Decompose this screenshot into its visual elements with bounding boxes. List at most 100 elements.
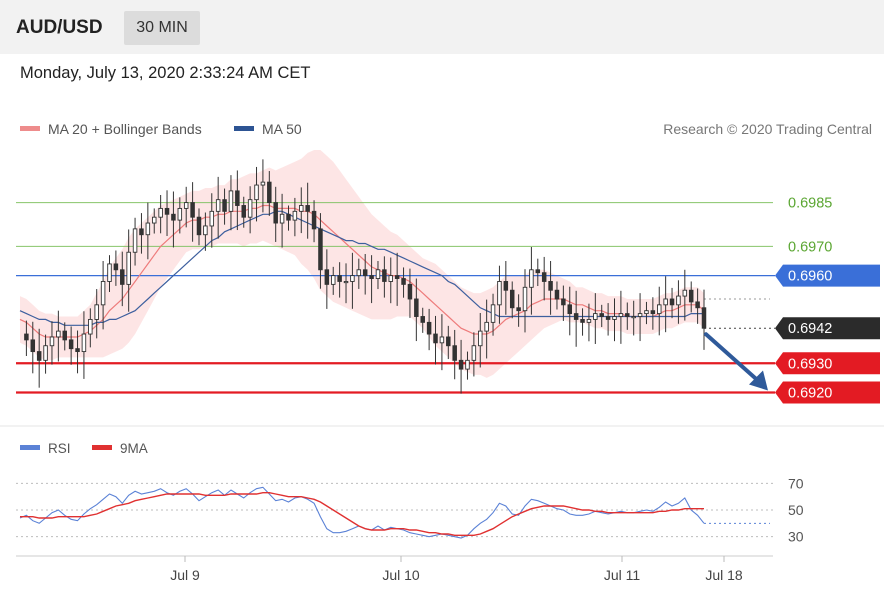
candle-body bbox=[612, 316, 617, 320]
candle-body bbox=[458, 359, 464, 370]
candle-body bbox=[81, 333, 87, 353]
candle-body bbox=[535, 269, 541, 274]
time-tick-label: Jul 11 bbox=[604, 567, 641, 583]
candle-body bbox=[279, 213, 285, 224]
candle-body bbox=[235, 190, 240, 206]
candle-body bbox=[196, 216, 202, 236]
candle-body bbox=[94, 304, 99, 320]
candle-body bbox=[561, 298, 566, 306]
candle-body bbox=[209, 210, 215, 227]
time-axis: Jul 9 Jul 10 Jul 11 Jul 18 bbox=[170, 556, 743, 583]
candle-body bbox=[433, 333, 438, 344]
current-price-label: 0.6942 bbox=[788, 321, 832, 337]
candle-body bbox=[669, 298, 675, 306]
candle-body bbox=[164, 207, 170, 215]
candle-body bbox=[88, 318, 93, 335]
candle-body bbox=[132, 228, 138, 253]
rsi-ma-line bbox=[20, 492, 704, 536]
candle-body bbox=[350, 275, 355, 282]
candle-body bbox=[657, 304, 662, 315]
candle-body bbox=[139, 228, 144, 236]
candle-body bbox=[625, 313, 630, 317]
candle-body bbox=[637, 313, 643, 317]
candle-body bbox=[426, 321, 432, 335]
candle-body bbox=[394, 275, 400, 279]
candle-body bbox=[145, 222, 151, 236]
candle-body bbox=[644, 310, 649, 315]
price-level-labels: 0.6985 0.6970 0.6960 0.6942 0.6930 0.6920 bbox=[775, 196, 880, 404]
candle-body bbox=[273, 202, 278, 224]
resistance-label: 0.6970 bbox=[788, 239, 832, 255]
candle-body bbox=[529, 269, 534, 288]
candle-body bbox=[56, 330, 61, 338]
candle-body bbox=[324, 269, 330, 285]
candle-body bbox=[478, 330, 483, 347]
candle-body bbox=[452, 345, 457, 361]
candle-body bbox=[490, 304, 496, 323]
candle-body bbox=[650, 310, 656, 315]
candle-body bbox=[369, 275, 374, 279]
candle-body bbox=[567, 304, 573, 315]
candle-body bbox=[382, 269, 387, 282]
candle-body bbox=[215, 199, 221, 212]
candle-body bbox=[356, 269, 362, 277]
time-tick-label: Jul 9 bbox=[170, 567, 200, 583]
candle-body bbox=[375, 269, 381, 279]
candle-body bbox=[267, 181, 272, 204]
candle-body bbox=[113, 263, 119, 271]
candle-body bbox=[343, 281, 349, 284]
candle-body bbox=[62, 330, 67, 341]
candle-body bbox=[695, 301, 700, 309]
candle-body bbox=[497, 281, 502, 306]
forecast-arrow-shaft bbox=[704, 332, 761, 384]
candle-body bbox=[407, 283, 413, 300]
candle-body bbox=[158, 207, 163, 218]
candle-body bbox=[676, 295, 681, 306]
candle-body bbox=[36, 351, 42, 361]
candle-body bbox=[484, 321, 489, 332]
rsi-tick-label: 70 bbox=[788, 475, 804, 491]
candle-body bbox=[471, 345, 477, 361]
rsi-tick-label: 30 bbox=[788, 529, 804, 545]
candle-body bbox=[330, 275, 336, 285]
candle-body bbox=[75, 348, 80, 353]
candle-body bbox=[305, 205, 310, 212]
candle-body bbox=[100, 281, 106, 306]
candle-body bbox=[318, 228, 323, 271]
candle-body bbox=[126, 251, 131, 285]
candle-body bbox=[631, 316, 636, 319]
time-tick-label: Jul 18 bbox=[705, 567, 743, 583]
candle-body bbox=[522, 286, 528, 312]
candle-body bbox=[24, 333, 29, 341]
candle-body bbox=[439, 336, 445, 344]
rsi-tick-label: 50 bbox=[788, 502, 804, 518]
candle-body bbox=[43, 345, 48, 361]
candle-body bbox=[682, 289, 688, 297]
candle-body bbox=[414, 298, 419, 317]
candle-body bbox=[541, 272, 547, 282]
candle-body bbox=[509, 289, 515, 309]
candle-body bbox=[388, 275, 394, 282]
rsi-line bbox=[19, 486, 705, 539]
candle-body bbox=[222, 199, 227, 212]
candle-body bbox=[171, 213, 176, 221]
candle-body bbox=[554, 289, 560, 300]
candle-body bbox=[151, 216, 157, 224]
candle-body bbox=[618, 313, 624, 317]
candle-body bbox=[516, 307, 521, 312]
candle-body bbox=[177, 207, 183, 221]
candle-body bbox=[107, 263, 112, 282]
candle-body bbox=[254, 184, 259, 201]
candle-body bbox=[241, 205, 246, 218]
candle-body bbox=[203, 225, 208, 236]
candle-body bbox=[599, 313, 604, 317]
support-label: 0.6920 bbox=[788, 385, 832, 401]
price-chart[interactable]: 0.6985 0.6970 0.6960 0.6942 0.6930 0.6920 70 5… bbox=[0, 0, 884, 600]
candle-body bbox=[183, 202, 189, 209]
pivot-label: 0.6960 bbox=[788, 269, 832, 285]
support-label: 0.6930 bbox=[788, 356, 832, 372]
candle-body bbox=[228, 190, 234, 212]
candle-body bbox=[593, 313, 598, 320]
time-tick-label: Jul 10 bbox=[382, 567, 420, 583]
candle-body bbox=[503, 281, 509, 291]
